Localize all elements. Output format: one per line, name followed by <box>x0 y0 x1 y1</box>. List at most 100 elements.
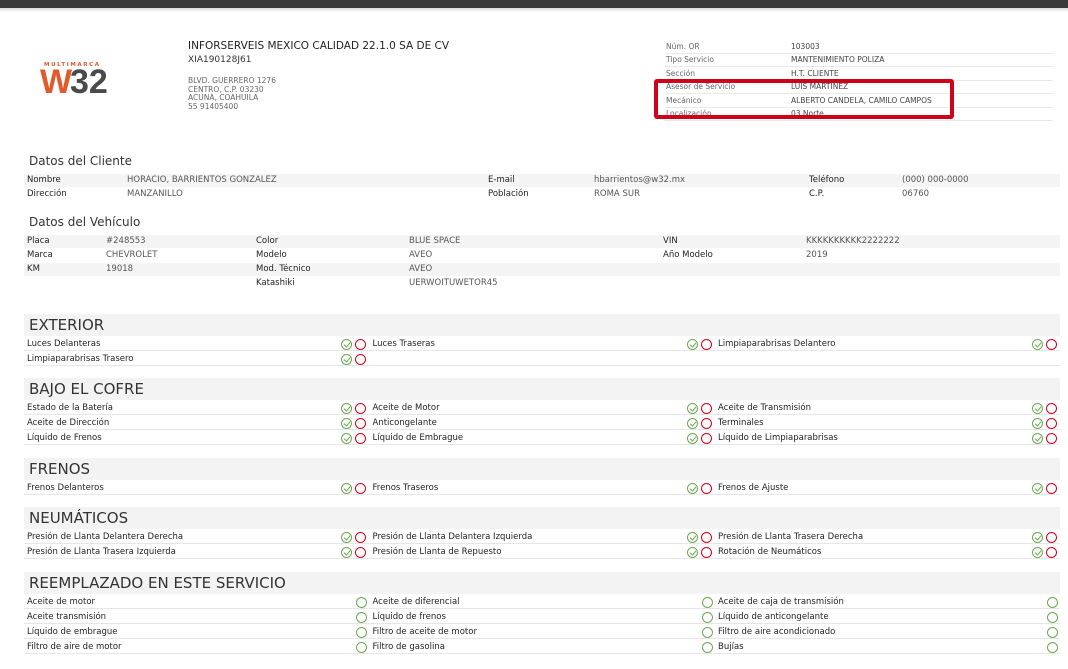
ok-check-icon[interactable] <box>341 403 352 414</box>
info-row: Marca CHEVROLET Modelo AVEO Año Modelo 2019 <box>24 249 1060 262</box>
checklist-item-label: Estado de la Batería <box>27 403 113 413</box>
ok-check-icon[interactable] <box>1032 433 1043 444</box>
checklist-status <box>356 627 367 638</box>
fail-circle-icon[interactable] <box>355 354 366 365</box>
fail-circle-icon[interactable] <box>355 433 366 444</box>
fail-circle-icon[interactable] <box>355 483 366 494</box>
fail-circle-icon[interactable] <box>1046 547 1057 558</box>
field-label: E-mail <box>488 175 515 185</box>
ok-check-icon[interactable] <box>341 433 352 444</box>
section-title: NEUMÁTICOS <box>29 509 129 527</box>
fail-circle-icon[interactable] <box>700 339 712 350</box>
empty-circle-icon[interactable] <box>356 612 367 623</box>
ok-check-icon[interactable] <box>341 339 352 350</box>
ok-check-icon[interactable] <box>686 403 698 414</box>
fail-circle-icon[interactable] <box>1046 403 1057 414</box>
ok-check-icon[interactable] <box>341 532 352 543</box>
logo-letter: W <box>40 63 73 101</box>
empty-circle-icon[interactable] <box>1047 627 1058 638</box>
checklist-item-label: Filtro de aceite de motor <box>372 627 477 637</box>
ok-check-icon[interactable] <box>341 483 352 494</box>
ok-check-icon[interactable] <box>1032 532 1043 543</box>
order-value: 103003 <box>791 41 820 51</box>
checklist-status <box>1032 547 1057 558</box>
checklist-row: Líquido de Frenos Líquido de Embrague Líqu… <box>24 431 1060 445</box>
checklist-item-label: Líquido de Limpiaparabrisas <box>718 433 838 443</box>
checklist-status <box>701 612 713 623</box>
section-header <box>24 507 1060 529</box>
checklist-status <box>686 418 712 429</box>
fail-circle-icon[interactable] <box>355 547 366 558</box>
fail-circle-icon[interactable] <box>355 418 366 429</box>
fail-circle-icon[interactable] <box>700 483 712 494</box>
order-label: Tipo Servicio <box>666 55 714 65</box>
empty-circle-icon[interactable] <box>356 642 367 653</box>
ok-check-icon[interactable] <box>341 547 352 558</box>
empty-circle-icon[interactable] <box>1047 612 1058 623</box>
checklist-item-label: Aceite de Transmisión <box>718 403 812 413</box>
fail-circle-icon[interactable] <box>700 433 712 444</box>
company-info: INFORSERVEIS MEXICO CALIDAD 22.1.0 SA DE… <box>188 40 449 111</box>
empty-circle-icon[interactable] <box>356 627 367 638</box>
fail-circle-icon[interactable] <box>1046 418 1057 429</box>
fail-circle-icon[interactable] <box>700 547 712 558</box>
fail-circle-icon[interactable] <box>700 532 712 543</box>
checklist-status <box>701 627 713 638</box>
ok-check-icon[interactable] <box>1032 403 1043 414</box>
ok-check-icon[interactable] <box>341 418 352 429</box>
empty-circle-icon[interactable] <box>701 627 713 638</box>
empty-circle-icon[interactable] <box>1047 597 1058 608</box>
checklist-status <box>1032 339 1057 350</box>
checklist-row: Aceite de Dirección Anticongelante Termina… <box>24 416 1060 430</box>
checklist-status <box>686 403 712 414</box>
checklist-item-label: Líquido de embrague <box>27 627 118 637</box>
field-label: Dirección <box>27 189 67 199</box>
empty-circle-icon[interactable] <box>701 597 713 608</box>
checklist-row: Luces Delanteras Luces Traseras Limpiapara… <box>24 337 1060 351</box>
vehicle-section-title: Datos del Vehículo <box>29 215 141 229</box>
fail-circle-icon[interactable] <box>1046 483 1057 494</box>
ok-check-icon[interactable] <box>686 418 698 429</box>
ok-check-icon[interactable] <box>686 532 698 543</box>
ok-check-icon[interactable] <box>686 339 698 350</box>
empty-circle-icon[interactable] <box>356 597 367 608</box>
client-section-title: Datos del Cliente <box>29 154 132 168</box>
company-logo: MULTIMARCA W 32 <box>40 60 120 100</box>
ok-check-icon[interactable] <box>341 354 352 365</box>
ok-check-icon[interactable] <box>1032 547 1043 558</box>
checklist-row: Presión de Llanta Trasera Izquierda Presi… <box>24 545 1060 559</box>
fail-circle-icon[interactable] <box>700 403 712 414</box>
checklist-item-label: Presión de Llanta de Repuesto <box>372 547 502 557</box>
ok-check-icon[interactable] <box>1032 483 1043 494</box>
fail-circle-icon[interactable] <box>1046 532 1057 543</box>
checklist-item-label: Aceite transmisión <box>27 612 107 622</box>
field-value: MANZANILLO <box>127 189 183 199</box>
checklist-item-label: Filtro de aire de motor <box>27 642 122 652</box>
empty-circle-icon[interactable] <box>701 612 713 623</box>
checklist-status <box>686 339 712 350</box>
checklist-item-label: Aceite de caja de transmisión <box>718 597 844 607</box>
empty-circle-icon[interactable] <box>1047 642 1058 653</box>
fail-circle-icon[interactable] <box>1046 339 1057 350</box>
ok-check-icon[interactable] <box>1032 339 1043 350</box>
ok-check-icon[interactable] <box>1032 418 1043 429</box>
order-label: Núm. OR <box>666 41 700 51</box>
fail-circle-icon[interactable] <box>355 532 366 543</box>
fail-circle-icon[interactable] <box>1046 433 1057 444</box>
fail-circle-icon[interactable] <box>700 418 712 429</box>
checklist-status <box>341 403 366 414</box>
ok-check-icon[interactable] <box>686 483 698 494</box>
logo-number: 32 <box>70 63 108 101</box>
checklist-row: Frenos Delanteros Frenos Traseros Frenos d… <box>24 481 1060 495</box>
ok-check-icon[interactable] <box>686 547 698 558</box>
ok-check-icon[interactable] <box>686 433 698 444</box>
fail-circle-icon[interactable] <box>355 403 366 414</box>
section-title: REEMPLAZADO EN ESTE SERVICIO <box>29 574 286 592</box>
fail-circle-icon[interactable] <box>355 339 366 350</box>
empty-circle-icon[interactable] <box>701 642 713 653</box>
checklist-item-label: Aceite de diferencial <box>372 597 460 607</box>
checklist-row: Presión de Llanta Delantera Derecha Presi… <box>24 530 1060 544</box>
section-header <box>24 314 1060 336</box>
checklist-item-label: Luces Traseras <box>372 339 435 349</box>
order-row: Núm. OR 103003 <box>665 40 1053 54</box>
